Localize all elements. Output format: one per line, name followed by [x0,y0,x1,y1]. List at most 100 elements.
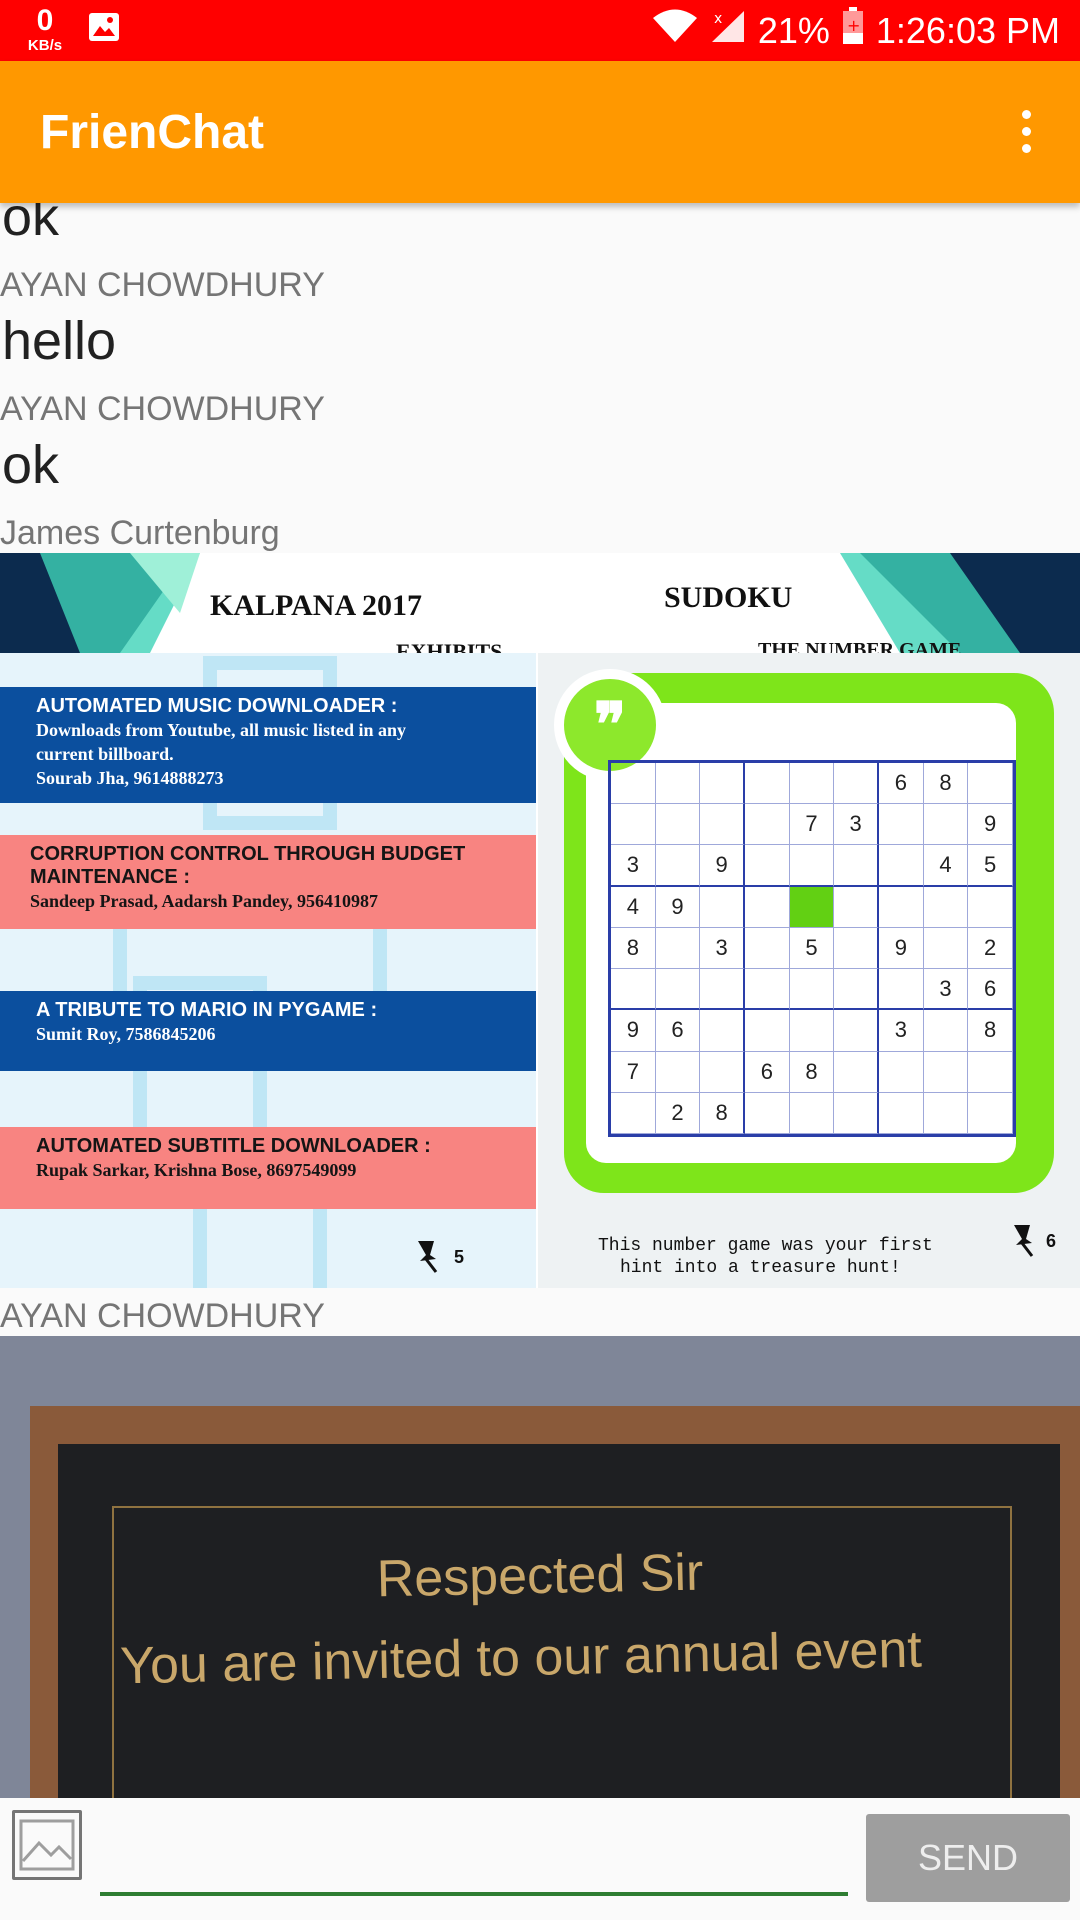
sudoku-cell [923,1092,969,1134]
sudoku-cell: 3 [879,1010,924,1052]
exhibit-desc: current billboard. [36,744,174,764]
sudoku-cell [745,763,790,805]
sudoku-cell: 9 [700,845,745,887]
sudoku-cell: 5 [968,845,1013,887]
message-input[interactable] [100,1812,848,1896]
message-sender: AYAN CHOWDHURY [0,266,325,304]
sudoku-cell [968,763,1013,805]
sudoku-cell: 6 [879,763,924,805]
sudoku-cell [968,886,1013,928]
sudoku-cell [923,886,969,928]
sudoku-cell [745,927,790,970]
exhibit-desc: MAINTENANCE : [30,866,190,888]
sudoku-title: SUDOKU [664,581,793,614]
sudoku-cell [834,1051,879,1093]
sudoku-cell: 3 [611,845,656,887]
message-text: ok [2,203,60,247]
sudoku-cell [700,886,745,928]
sudoku-panel: ❞ 687393945498359236963876828 6 This num… [538,653,1080,1288]
sudoku-cell [655,804,701,846]
sudoku-cell [879,886,924,928]
sudoku-cell [789,1010,835,1052]
clock: 1:26:03 PM [875,9,1060,51]
message-item: James Curtenburg KALPANA 2017 EXHIBITS S… [0,505,1080,1288]
sudoku-caption: This number game was your first hint int… [598,1235,933,1279]
sudoku-cell [923,804,969,846]
sudoku-cell [789,969,835,1011]
image-icon[interactable] [12,1810,82,1880]
sudoku-cell [655,969,701,1011]
exhibit-strip: AUTOMATED MUSIC DOWNLOADER : Downloads f… [0,687,536,803]
status-bar: 0 KB/s x 21% + 1:26:03 PM [0,0,1080,61]
sudoku-cell [700,804,745,846]
sudoku-cell [834,1010,879,1052]
svg-text:+: + [847,16,860,35]
sudoku-cell: 8 [611,927,656,970]
sudoku-cell [923,1010,969,1052]
network-speed: 0 KB/s [20,6,70,54]
sudoku-cell [611,969,656,1011]
sudoku-cell [611,1092,656,1134]
battery-icon: + [842,7,864,54]
sudoku-cell [968,1092,1013,1134]
pushpin-icon [414,1239,442,1278]
message-image[interactable]: Respected Sir You are invited to our ann… [0,1336,1080,1798]
message-image[interactable]: KALPANA 2017 EXHIBITS SUDOKU THE NUMBER … [0,553,1080,1288]
sudoku-grid: 687393945498359236963876828 [608,760,1016,1137]
message-item: AYAN CHOWDHURY ok [0,381,1080,505]
sudoku-cell [879,804,924,846]
exhibit-title: AUTOMATED SUBTITLE DOWNLOADER : [36,1135,431,1157]
message-sender: AYAN CHOWDHURY [0,1297,325,1335]
send-button[interactable]: SEND [866,1814,1070,1902]
sudoku-cell [745,1010,790,1052]
sudoku-cell [789,845,835,887]
exhibit-title: AUTOMATED MUSIC DOWNLOADER : [36,695,398,717]
sudoku-cell: 3 [700,927,745,970]
sudoku-cell [834,969,879,1011]
sudoku-cell [968,1051,1013,1093]
sudoku-cell [834,1092,879,1134]
exhibit-strip: A TRIBUTE TO MARIO IN PYGAME : Sumit Roy… [0,991,536,1071]
sudoku-cell: 6 [745,1051,790,1093]
sudoku-cell [834,763,879,805]
exhibit-title: CORRUPTION CONTROL THROUGH BUDGET [30,843,466,865]
sudoku-cell: 7 [611,1051,656,1093]
more-vert-icon[interactable] [996,101,1056,161]
svg-text:x: x [714,11,722,27]
exhibit-strip: CORRUPTION CONTROL THROUGH BUDGET MAINTE… [0,835,536,929]
sudoku-cell [879,1051,924,1093]
sudoku-cell [879,845,924,887]
exhibit-desc: Downloads from Youtube, all music listed… [36,720,407,740]
sudoku-cell [834,927,879,970]
sudoku-cell [700,763,745,805]
caption-line: hint into a treasure hunt! [620,1258,901,1278]
caption-line: This number game was your first [598,1236,933,1256]
exhibit-desc: Sandeep Prasad, Aadarsh Pandey, 95641098… [30,891,379,911]
battery-percent: 21% [757,9,830,51]
sudoku-cell [655,763,701,805]
page-number: 5 [454,1247,465,1267]
poster-title: KALPANA 2017 [210,589,422,622]
input-bar: SEND [0,1798,1080,1920]
exhibit-desc: Sourab Jha, 9614888273 [36,768,224,788]
network-speed-unit: KB/s [27,37,63,54]
sudoku-cell: 9 [879,927,924,970]
cellular-signal-icon: x [710,9,746,52]
exhibit-strip: AUTOMATED SUBTITLE DOWNLOADER : Rupak Sa… [0,1127,536,1209]
message-list[interactable]: ok AYAN CHOWDHURY hello AYAN CHOWDHURY o… [0,203,1080,1798]
sudoku-cell [745,804,790,846]
sudoku-cell: 2 [655,1092,701,1134]
sudoku-cell [745,969,790,1011]
sudoku-cell [700,969,745,1011]
sudoku-cell: 8 [789,1051,835,1093]
app-bar: FrienChat [0,61,1080,203]
sudoku-cell: 4 [611,886,656,928]
sudoku-cell [655,1051,701,1093]
sudoku-cell [789,886,835,928]
message-item: ok [0,203,1080,257]
exhibit-desc: Rupak Sarkar, Krishna Bose, 8697549099 [36,1160,357,1180]
sudoku-cell: 9 [611,1010,656,1052]
app-title: FrienChat [40,106,265,159]
sudoku-cell [745,845,790,887]
sudoku-cell: 6 [655,1010,701,1052]
